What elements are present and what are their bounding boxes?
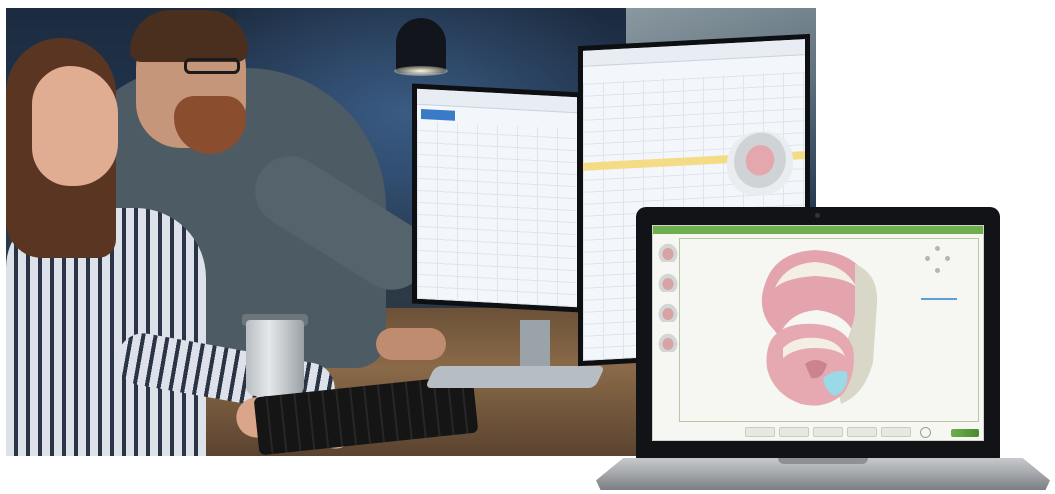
laptop-app-screen <box>652 225 984 441</box>
man-hair <box>130 10 248 62</box>
app-logo <box>951 429 979 437</box>
model-thumbnail[interactable] <box>657 332 679 352</box>
toolbar-button[interactable] <box>779 427 809 437</box>
model-thumbnail[interactable] <box>657 302 679 322</box>
app-title-bar <box>653 226 983 234</box>
3d-jaw-model <box>761 250 878 406</box>
data-table <box>417 120 577 308</box>
toolbar-button[interactable] <box>881 427 911 437</box>
monitor-stand-base <box>424 366 606 388</box>
left-monitor <box>412 83 582 313</box>
reset-view-icon[interactable] <box>920 427 931 438</box>
rotate-down-icon[interactable] <box>935 268 940 273</box>
laptop <box>636 207 1000 459</box>
model-thumbnail[interactable] <box>657 272 679 292</box>
rotate-right-icon[interactable] <box>945 256 950 261</box>
glasses <box>184 58 240 74</box>
rotate-left-icon[interactable] <box>925 256 930 261</box>
coffee-cup <box>246 320 304 396</box>
app-toolbar <box>745 427 911 437</box>
woman-face <box>32 66 118 186</box>
rotate-up-icon[interactable] <box>935 246 940 251</box>
man-hand <box>376 328 446 360</box>
lamp-glow <box>394 66 448 76</box>
screen-tab <box>421 109 455 121</box>
laptop-hinge-notch <box>778 458 868 464</box>
screen-header <box>583 39 805 67</box>
model-thumbnail[interactable] <box>657 242 679 262</box>
toolbar-button[interactable] <box>745 427 775 437</box>
opacity-slider[interactable] <box>921 298 957 300</box>
toolbar-button[interactable] <box>847 427 877 437</box>
left-monitor-screen <box>417 88 577 308</box>
webcam-icon <box>815 213 820 218</box>
toolbar-button[interactable] <box>813 427 843 437</box>
pendant-lamp <box>396 18 446 73</box>
